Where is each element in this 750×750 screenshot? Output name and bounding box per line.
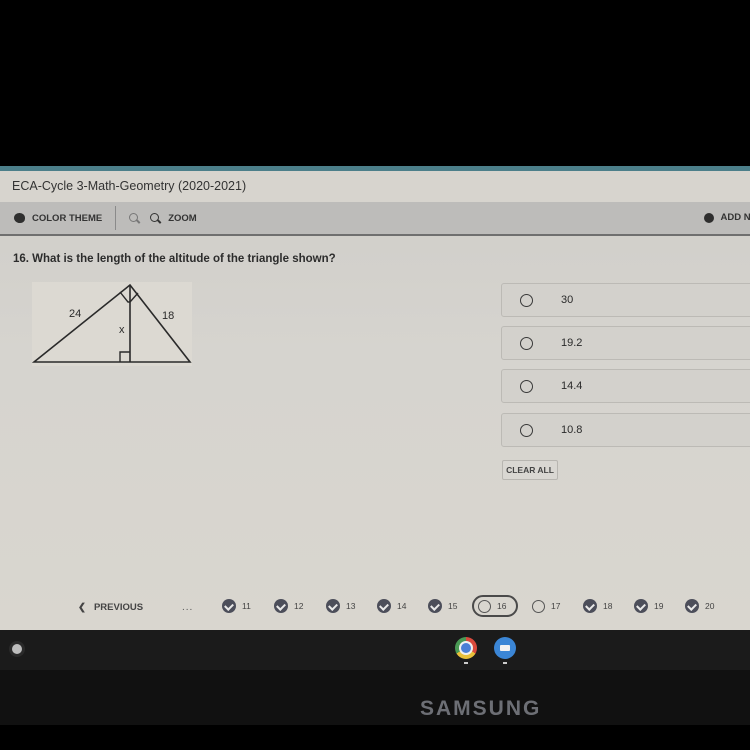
base-right-angle-mark bbox=[119, 351, 130, 362]
empty-circle-icon bbox=[532, 599, 545, 613]
right-leg-label: 18 bbox=[162, 310, 175, 322]
running-indicator bbox=[464, 662, 468, 664]
question-nav-13[interactable]: 13 bbox=[322, 595, 368, 617]
question-nav-20[interactable]: 20 bbox=[681, 595, 727, 617]
question-nav-11[interactable]: 11 bbox=[218, 595, 264, 617]
radio-icon[interactable] bbox=[520, 293, 533, 307]
add-note-label: ADD NO bbox=[720, 212, 750, 223]
chevron-left-icon: ❮ bbox=[78, 602, 86, 613]
check-circle-icon bbox=[634, 599, 648, 613]
launcher-icon[interactable] bbox=[12, 644, 22, 654]
answer-choice-c[interactable]: 14.4 bbox=[501, 369, 750, 403]
toolbar-divider bbox=[115, 206, 117, 230]
zoom-controls: ZOOM bbox=[129, 212, 197, 224]
add-note-button[interactable]: ADD NO bbox=[703, 212, 750, 223]
question-number: 11 bbox=[242, 601, 251, 611]
zoom-in-icon bbox=[150, 212, 161, 224]
choice-label: 10.8 bbox=[561, 424, 583, 436]
question-number: 19 bbox=[654, 601, 664, 611]
question-number: 15 bbox=[448, 601, 458, 611]
question-nav-15[interactable]: 15 bbox=[424, 595, 470, 617]
altitude-label: x bbox=[119, 324, 125, 336]
question-nav-18[interactable]: 18 bbox=[579, 595, 625, 617]
check-circle-icon bbox=[377, 599, 391, 613]
triangle-diagram: 24 18 x bbox=[32, 282, 192, 366]
radio-icon[interactable] bbox=[520, 423, 533, 437]
zoom-app-icon[interactable] bbox=[494, 637, 516, 659]
question-nav-19[interactable]: 19 bbox=[630, 595, 676, 617]
question-nav-14[interactable]: 14 bbox=[373, 595, 419, 617]
answer-choice-b[interactable]: 19.2 bbox=[501, 326, 750, 360]
question-nav-17[interactable]: 17 bbox=[528, 595, 574, 617]
choice-label: 30 bbox=[561, 294, 574, 306]
palette-icon bbox=[14, 213, 25, 223]
question-number: 18 bbox=[603, 601, 613, 611]
radio-icon[interactable] bbox=[520, 379, 533, 393]
check-circle-icon bbox=[222, 599, 236, 613]
running-indicator bbox=[503, 662, 507, 664]
question-nav-12[interactable]: 12 bbox=[270, 595, 316, 617]
color-theme-button[interactable]: COLOR THEME bbox=[14, 213, 102, 224]
check-circle-icon bbox=[274, 599, 288, 613]
clear-all-button[interactable]: CLEAR ALL bbox=[502, 460, 558, 480]
check-circle-icon bbox=[583, 599, 597, 613]
zoom-label: ZOOM bbox=[168, 212, 197, 224]
question-navigation: ❮ PREVIOUS ... 11 12 13 14 15 16 17 18 1… bbox=[0, 590, 750, 626]
chrome-icon[interactable] bbox=[455, 637, 477, 659]
previous-label: PREVIOUS bbox=[93, 602, 144, 613]
toolbar: COLOR THEME ZOOM ADD NO bbox=[0, 202, 750, 236]
right-angle-mark-right bbox=[129, 292, 139, 303]
choice-label: 14.4 bbox=[561, 380, 583, 392]
right-angle-mark-left bbox=[119, 291, 130, 303]
question-number: 12 bbox=[294, 601, 304, 611]
triangle-svg bbox=[32, 283, 192, 363]
question-text: 16. What is the length of the altitude o… bbox=[13, 253, 336, 265]
add-note-icon bbox=[703, 212, 714, 223]
test-title: ECA-Cycle 3-Math-Geometry (2020-2021) bbox=[12, 179, 247, 193]
more-questions-ellipsis[interactable]: ... bbox=[182, 602, 193, 613]
check-circle-icon bbox=[326, 599, 340, 613]
left-leg-label: 24 bbox=[69, 308, 82, 320]
triangle-outline bbox=[32, 283, 192, 363]
question-number: 20 bbox=[705, 601, 715, 611]
title-bar: ECA-Cycle 3-Math-Geometry (2020-2021) bbox=[0, 171, 750, 202]
radio-icon[interactable] bbox=[520, 336, 533, 350]
answer-choice-a[interactable]: 30 bbox=[501, 283, 750, 317]
previous-button[interactable]: ❮ PREVIOUS bbox=[78, 602, 143, 613]
question-number: 14 bbox=[397, 601, 407, 611]
question-number: 17 bbox=[551, 601, 561, 611]
empty-circle-icon bbox=[478, 599, 491, 613]
laptop-bezel bbox=[0, 670, 750, 725]
choice-label: 19.2 bbox=[561, 337, 583, 349]
question-number: 13 bbox=[346, 601, 356, 611]
brand-logo: SAMSUNG bbox=[420, 697, 542, 720]
browser-window: ECA-Cycle 3-Math-Geometry (2020-2021) CO… bbox=[0, 166, 750, 630]
check-circle-icon bbox=[685, 599, 699, 613]
zoom-in-button[interactable]: ZOOM bbox=[150, 212, 197, 224]
question-nav-16-current[interactable]: 16 bbox=[472, 595, 518, 617]
zoom-out-icon[interactable] bbox=[129, 212, 140, 224]
check-circle-icon bbox=[428, 599, 442, 613]
answer-choice-d[interactable]: 10.8 bbox=[501, 413, 750, 447]
question-number: 16 bbox=[497, 601, 507, 611]
color-theme-label: COLOR THEME bbox=[32, 212, 103, 224]
os-shelf bbox=[0, 630, 750, 670]
